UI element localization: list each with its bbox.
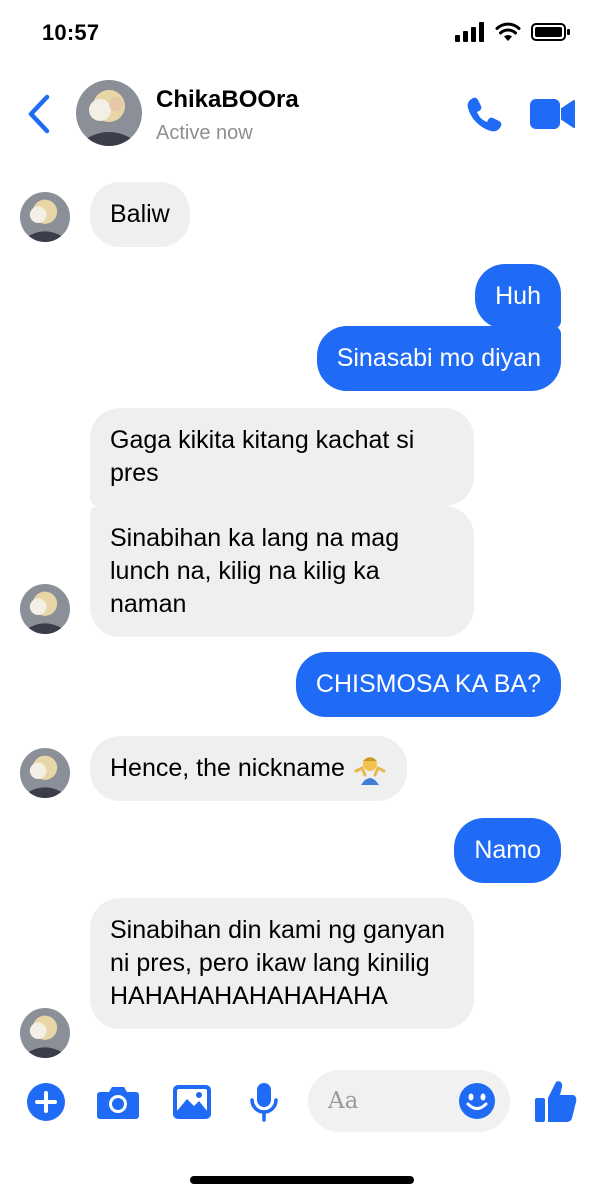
message-bubble-incoming[interactable]: Gaga kikita kitang kachat si pres: [90, 408, 474, 506]
conversation-header: ChikaBOOra Active now: [0, 70, 601, 166]
voice-call-button[interactable]: [464, 94, 504, 134]
video-camera-icon: [530, 99, 575, 129]
plus-icon: [27, 1083, 65, 1121]
man-shrugging-emoji-icon: [354, 756, 386, 785]
status-time: 10:57: [42, 20, 100, 45]
avatar-image: [20, 1008, 70, 1058]
camera-icon: [97, 1087, 139, 1119]
home-indicator: [190, 1176, 414, 1184]
microphone-icon: [250, 1083, 278, 1122]
contact-avatar[interactable]: [76, 80, 142, 146]
status-icons: [455, 22, 571, 42]
like-button[interactable]: [534, 1078, 578, 1124]
signal-icon: [455, 22, 484, 42]
avatar-image: [20, 748, 70, 798]
avatar-image: [20, 192, 70, 242]
message-bubble-incoming[interactable]: Baliw: [90, 182, 190, 247]
emoji-icon: [459, 1083, 495, 1119]
sender-avatar[interactable]: [20, 748, 70, 798]
message-composer: [0, 1066, 601, 1146]
sender-avatar[interactable]: [20, 192, 70, 242]
sender-avatar[interactable]: [20, 1008, 70, 1058]
gallery-button[interactable]: [170, 1080, 214, 1124]
voice-message-button[interactable]: [242, 1080, 286, 1124]
back-button[interactable]: [22, 92, 56, 136]
video-call-button[interactable]: [528, 96, 576, 132]
message-bubble-outgoing[interactable]: Sinasabi mo diyan: [316, 326, 561, 391]
thumbs-up-icon: [535, 1081, 577, 1122]
image-icon: [173, 1085, 211, 1119]
contact-status: Active now: [156, 122, 253, 144]
phone-icon: [467, 97, 502, 132]
sender-avatar[interactable]: [20, 584, 70, 634]
battery-icon: [531, 23, 570, 41]
status-bar: 10:57: [0, 0, 601, 70]
message-input[interactable]: [328, 1084, 458, 1118]
camera-button[interactable]: [96, 1080, 140, 1124]
wifi-icon: [495, 22, 521, 41]
chevron-left-icon: [28, 94, 50, 134]
message-bubble-outgoing[interactable]: Namo: [454, 818, 561, 883]
message-input-field[interactable]: [308, 1070, 510, 1132]
message-bubble-incoming[interactable]: Hence, the nickname: [90, 736, 407, 801]
more-actions-button[interactable]: [24, 1080, 68, 1124]
contact-name: ChikaBOOra: [156, 86, 299, 113]
message-bubble-incoming[interactable]: Sinabihan ka lang na mag lunch na, kilig…: [90, 506, 474, 637]
message-bubble-outgoing[interactable]: Huh: [475, 264, 561, 329]
message-list[interactable]: Baliw Huh Sinasabi mo diyan Gaga kikita …: [0, 166, 601, 1066]
message-text: Hence, the nickname: [110, 754, 345, 782]
avatar-image: [76, 80, 142, 146]
message-bubble-incoming[interactable]: Sinabihan din kami ng ganyan ni pres, pe…: [90, 898, 474, 1029]
avatar-image: [20, 584, 70, 634]
message-bubble-outgoing[interactable]: CHISMOSA KA BA?: [295, 652, 561, 717]
emoji-button[interactable]: [458, 1082, 496, 1120]
